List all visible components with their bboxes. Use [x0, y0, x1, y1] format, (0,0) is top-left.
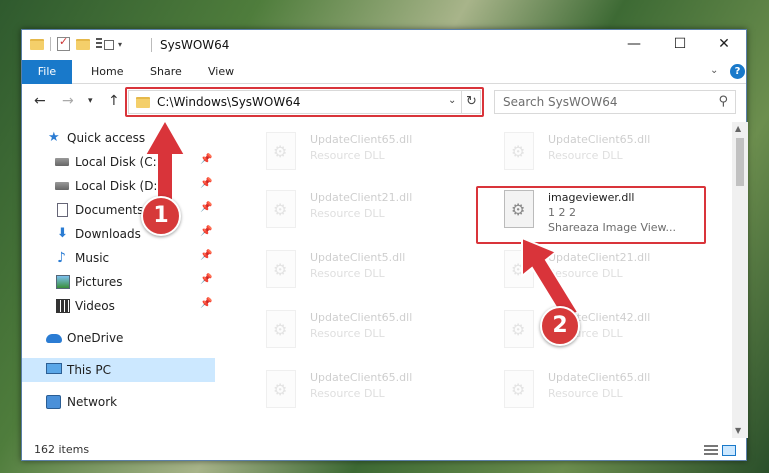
nav-item-downloads[interactable]: ⬇ Downloads 📌	[22, 222, 215, 246]
network-icon	[46, 395, 61, 409]
file-item[interactable]: UpdateClient65.dll Resource DLL	[266, 130, 486, 174]
quick-access-toolbar: ▾	[30, 35, 122, 51]
file-description: Resource DLL	[310, 267, 385, 280]
dll-file-icon	[266, 190, 296, 228]
dll-file-icon	[266, 370, 296, 408]
drive-icon	[55, 182, 69, 190]
scrollbar-thumb[interactable]	[736, 138, 744, 186]
nav-item-label: Downloads	[75, 227, 141, 241]
dll-file-icon	[504, 370, 534, 408]
search-placeholder: Search SysWOW64	[503, 95, 618, 109]
pin-icon: 📌	[200, 250, 213, 261]
nav-item-label: Pictures	[75, 275, 123, 289]
dll-file-icon	[266, 132, 296, 170]
up-arrow-icon[interactable]: ↑	[108, 93, 120, 109]
step-2-badge: 2	[540, 306, 580, 346]
file-description: Resource DLL	[548, 387, 623, 400]
file-description: Resource DLL	[310, 149, 385, 162]
music-icon: ♪	[57, 250, 66, 266]
file-description: Resource DLL	[310, 387, 385, 400]
file-item[interactable]: UpdateClient21.dll Resource DLL	[266, 188, 486, 232]
search-input[interactable]: Search SysWOW64 ⚲	[494, 90, 736, 114]
pin-icon: 📌	[200, 202, 213, 213]
nav-item-label: OneDrive	[67, 331, 124, 345]
file-description: Resource DLL	[310, 327, 385, 340]
tab-home[interactable]: Home	[91, 60, 123, 84]
nav-item-onedrive[interactable]: OneDrive	[22, 326, 215, 350]
expand-ribbon-icon[interactable]: ⌄	[710, 65, 718, 76]
dll-file-icon	[504, 132, 534, 170]
item-count: 162 items	[34, 443, 90, 456]
scroll-down-icon[interactable]: ▼	[735, 426, 741, 435]
file-name: UpdateClient65.dll	[548, 133, 651, 146]
nav-item-this-pc[interactable]: This PC	[22, 358, 215, 382]
dll-file-icon	[266, 310, 296, 348]
properties-icon[interactable]	[96, 38, 114, 50]
pin-icon: 📌	[200, 178, 213, 189]
file-list: UpdateClient65.dll Resource DLL UpdateCl…	[220, 122, 732, 438]
star-icon: ★	[48, 130, 60, 145]
title-bar: ▾ SysWOW64 — ☐ ✕	[22, 30, 746, 60]
nav-item-label: This PC	[67, 363, 111, 377]
file-name: UpdateClient65.dll	[310, 311, 413, 324]
file-item[interactable]: UpdateClient65.dll Resource DLL	[504, 130, 724, 174]
pictures-icon	[56, 275, 70, 289]
pin-icon: 📌	[200, 298, 213, 309]
vertical-scrollbar[interactable]: ▲ ▼	[732, 122, 748, 438]
explorer-window: ▾ SysWOW64 — ☐ ✕ File Home Share View ⌄ …	[21, 29, 748, 462]
forward-arrow-icon[interactable]: →	[62, 93, 74, 109]
window-title: SysWOW64	[160, 38, 230, 52]
scroll-up-icon[interactable]: ▲	[735, 124, 741, 133]
help-icon[interactable]: ?	[730, 64, 745, 79]
tab-file[interactable]: File	[22, 60, 72, 84]
customize-dropdown-icon[interactable]: ▾	[118, 40, 122, 49]
details-view-icon[interactable]	[704, 445, 718, 456]
pin-icon: 📌	[200, 274, 213, 285]
nav-item-pictures[interactable]: Pictures 📌	[22, 270, 215, 294]
divider	[151, 38, 152, 52]
recent-locations-icon[interactable]: ▾	[88, 96, 93, 106]
file-item[interactable]: UpdateClient65.dll Resource DLL	[504, 368, 724, 412]
properties-check-icon[interactable]	[57, 35, 70, 51]
tiles-view-icon[interactable]	[722, 445, 736, 456]
downloads-icon: ⬇	[57, 226, 68, 241]
status-bar: 162 items	[22, 440, 746, 462]
folder-icon	[30, 38, 44, 50]
nav-item-videos[interactable]: Videos 📌	[22, 294, 215, 318]
maximize-button[interactable]: ☐	[658, 30, 702, 60]
file-description: Resource DLL	[310, 207, 385, 220]
tab-view[interactable]: View	[208, 60, 234, 84]
divider	[50, 37, 51, 51]
nav-item-label: Videos	[75, 299, 115, 313]
file-name: UpdateClient5.dll	[310, 251, 406, 264]
back-arrow-icon[interactable]: ←	[34, 93, 46, 109]
file-name: UpdateClient65.dll	[310, 371, 413, 384]
file-item[interactable]: UpdateClient5.dll Resource DLL	[266, 248, 486, 292]
close-button[interactable]: ✕	[702, 30, 746, 60]
file-description: Resource DLL	[548, 149, 623, 162]
nav-item-music[interactable]: ♪ Music 📌	[22, 246, 215, 270]
file-name: UpdateClient65.dll	[548, 371, 651, 384]
file-name: UpdateClient65.dll	[310, 133, 413, 146]
minimize-button[interactable]: —	[612, 30, 656, 60]
step-1-badge: 1	[141, 196, 181, 236]
pin-icon: 📌	[200, 226, 213, 237]
file-item[interactable]: UpdateClient65.dll Resource DLL	[266, 308, 486, 352]
nav-item-label: Music	[75, 251, 110, 265]
file-name: UpdateClient21.dll	[310, 191, 413, 204]
pin-icon: 📌	[200, 154, 213, 165]
this-pc-icon	[46, 363, 62, 374]
new-folder-icon[interactable]	[76, 38, 90, 50]
onedrive-icon	[46, 334, 62, 343]
tab-share[interactable]: Share	[150, 60, 182, 84]
nav-item-network[interactable]: Network	[22, 390, 215, 414]
videos-icon	[56, 299, 70, 313]
nav-item-label: Network	[67, 395, 118, 409]
documents-icon	[57, 203, 68, 217]
search-icon[interactable]: ⚲	[718, 94, 728, 109]
dll-file-icon	[266, 250, 296, 288]
ribbon: File Home Share View ⌄ ?	[22, 60, 746, 84]
file-item[interactable]: UpdateClient65.dll Resource DLL	[266, 368, 486, 412]
drive-icon	[55, 158, 69, 166]
